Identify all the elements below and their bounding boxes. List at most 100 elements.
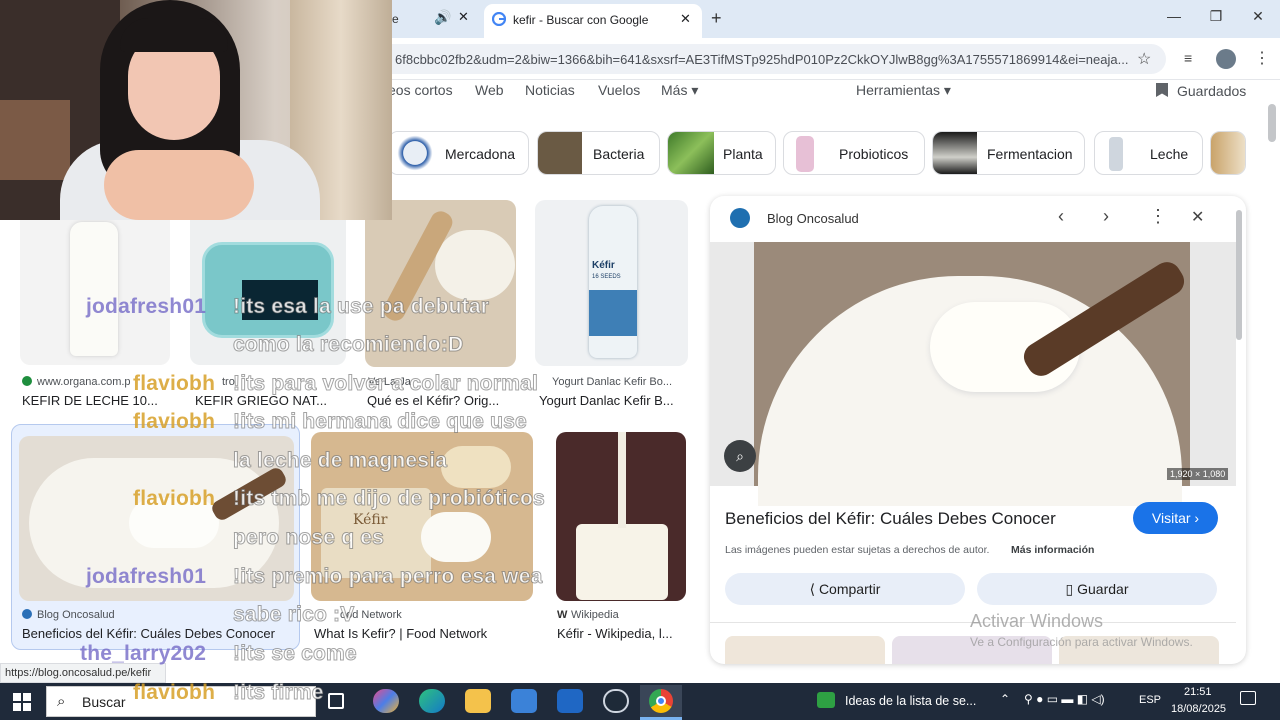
chrome-icon-center xyxy=(656,696,666,706)
activation-watermark-sub: Ve a Configuración para activar Windows. xyxy=(970,635,1193,649)
nav-short-videos[interactable]: eos cortos xyxy=(388,82,453,98)
chat-message: la leche de magnesia xyxy=(232,449,448,473)
bookmark-icon xyxy=(1156,83,1168,97)
result-title[interactable]: What Is Kefir? | Food Network xyxy=(314,626,487,641)
outlook-icon[interactable] xyxy=(557,689,583,713)
webcam-overlay xyxy=(0,0,392,220)
image-dimensions: 1,920 × 1,080 xyxy=(1167,468,1229,480)
chip-label: Planta xyxy=(723,146,763,162)
windows-start-icon[interactable] xyxy=(13,693,31,711)
furniture xyxy=(0,100,70,180)
chip-leche[interactable]: Leche xyxy=(1094,131,1203,175)
result-title[interactable]: Beneficios del Kéfir: Cuáles Debes Conoc… xyxy=(22,626,275,641)
bottle-label xyxy=(589,290,637,336)
close-tab-icon[interactable]: ✕ xyxy=(458,9,469,25)
language-indicator[interactable]: ESP xyxy=(1139,694,1161,706)
tray-icons[interactable]: ⚲ ● ▭ ▬ ◧ ◁) xyxy=(1024,692,1105,706)
minimize-button[interactable]: — xyxy=(1162,8,1186,28)
clock-time[interactable]: 21:51 xyxy=(1184,686,1212,698)
chat-message: !its tmb me dijo de probióticos xyxy=(233,487,546,511)
url-text[interactable]: 6f8cbbc02fb2&udm=2&biw=1366&bih=641&sxsr… xyxy=(395,52,1130,67)
save-label: Guardar xyxy=(1077,581,1129,597)
store-icon[interactable] xyxy=(511,689,537,713)
file-explorer-icon[interactable] xyxy=(465,689,491,713)
chat-username: flaviobh xyxy=(133,487,216,510)
chrome-taskbar-button[interactable] xyxy=(640,685,682,720)
lens-search-icon[interactable]: ⌕ xyxy=(724,440,756,472)
chat-username: flaviobh xyxy=(133,681,216,704)
share-label: Compartir xyxy=(818,581,881,597)
share-icon: ⟨ xyxy=(809,581,816,597)
search-icon: ⌕ xyxy=(57,693,66,710)
bookmark-star-icon[interactable]: ☆ xyxy=(1137,49,1151,69)
result-title[interactable]: Yogurt Danlac Kefir B... xyxy=(539,393,674,408)
copilot-icon[interactable] xyxy=(373,689,399,713)
previous-icon[interactable]: ‹ xyxy=(1058,206,1064,227)
chip-planta[interactable]: Planta xyxy=(667,131,776,175)
person-bangs xyxy=(120,18,228,52)
close-window-button[interactable]: ✕ xyxy=(1246,8,1270,28)
chip-mercadona[interactable]: Mercadona xyxy=(388,131,529,175)
nav-web[interactable]: Web xyxy=(475,82,504,98)
task-view-icon[interactable] xyxy=(328,693,344,709)
close-tab-icon[interactable]: ✕ xyxy=(680,11,691,27)
save-button[interactable]: ▯ Guardar xyxy=(977,573,1217,605)
result-image[interactable] xyxy=(20,200,170,365)
saved-link[interactable]: Guardados xyxy=(1177,83,1246,99)
obs-icon[interactable] xyxy=(603,689,629,713)
result-image[interactable]: Kéfir 16 SEEDS xyxy=(535,200,688,366)
taskbar-notification[interactable]: Ideas de la lista de se... xyxy=(845,694,976,708)
chip-probioticos[interactable]: Probioticos xyxy=(783,131,925,175)
taskbar-search-placeholder: Buscar xyxy=(82,694,126,710)
chat-username: flaviobh xyxy=(133,410,216,433)
menu-kebab-icon[interactable]: ⋮ xyxy=(1254,48,1270,68)
chat-message: sabe rico :V xyxy=(232,603,355,627)
chip-fermentacion[interactable]: Fermentacion xyxy=(932,131,1085,175)
verified-icon xyxy=(22,376,32,386)
nav-news[interactable]: Noticias xyxy=(525,82,575,98)
nav-more[interactable]: Más ▾ xyxy=(661,82,698,99)
bowl-shape xyxy=(441,446,511,488)
tab-active[interactable]: kefir - Buscar con Google ✕ xyxy=(484,4,702,38)
chat-username: jodafresh01 xyxy=(86,295,207,318)
related-image[interactable] xyxy=(725,636,885,664)
chat-message: !its esa la use pa debutar xyxy=(232,295,490,319)
tab-inactive[interactable]: e 🔊 ✕ xyxy=(392,4,480,34)
profile-avatar[interactable] xyxy=(1216,49,1236,69)
media-control-icon[interactable]: ≡ xyxy=(1184,50,1192,66)
panel-title[interactable]: Beneficios del Kéfir: Cuáles Debes Conoc… xyxy=(725,509,1056,529)
chip-next[interactable] xyxy=(1210,131,1246,175)
preview-image[interactable] xyxy=(754,242,1190,506)
share-button[interactable]: ⟨ Compartir xyxy=(725,573,965,605)
visit-button[interactable]: Visitar › xyxy=(1133,502,1218,534)
chat-username: flaviobh xyxy=(133,372,216,395)
chip-label: Probioticos xyxy=(839,146,909,162)
tools-button[interactable]: Herramientas ▾ xyxy=(856,82,951,99)
result-image[interactable] xyxy=(556,432,686,601)
chip-thumbnail xyxy=(538,132,582,174)
close-panel-icon[interactable]: ✕ xyxy=(1191,207,1204,227)
maximize-button[interactable]: ❐ xyxy=(1204,8,1228,28)
activation-watermark: Activar Windows xyxy=(970,611,1104,631)
clock-date[interactable]: 18/08/2025 xyxy=(1171,703,1226,715)
chat-message: !its mi hermana dice que use xyxy=(233,410,528,434)
chat-message: como la recomiendo:D xyxy=(232,333,464,357)
result-title[interactable]: Kéfir - Wikipedia, l... xyxy=(557,626,673,641)
chip-bacteria[interactable]: Bacteria xyxy=(537,131,660,175)
chip-label: Leche xyxy=(1150,146,1189,162)
bottle-brand: Kéfir xyxy=(592,260,615,271)
panel-scrollbar[interactable] xyxy=(1236,210,1242,340)
more-info-link[interactable]: Más información xyxy=(1011,544,1094,556)
chat-message: pero nose q es xyxy=(232,526,385,550)
tray-chevron-icon[interactable]: ⌃ xyxy=(1000,692,1010,706)
notification-center-icon[interactable] xyxy=(1240,691,1256,705)
next-icon[interactable]: › xyxy=(1103,206,1109,227)
chip-thumbnail xyxy=(668,132,714,174)
more-options-icon[interactable]: ⋮ xyxy=(1149,206,1167,227)
nav-flights[interactable]: Vuelos xyxy=(598,82,640,98)
new-tab-button[interactable]: + xyxy=(711,8,722,29)
page-scrollbar[interactable] xyxy=(1268,104,1276,142)
edge-icon[interactable] xyxy=(419,689,445,713)
panel-source[interactable]: Blog Oncosalud xyxy=(767,211,859,226)
speaker-icon[interactable]: 🔊 xyxy=(434,9,451,26)
